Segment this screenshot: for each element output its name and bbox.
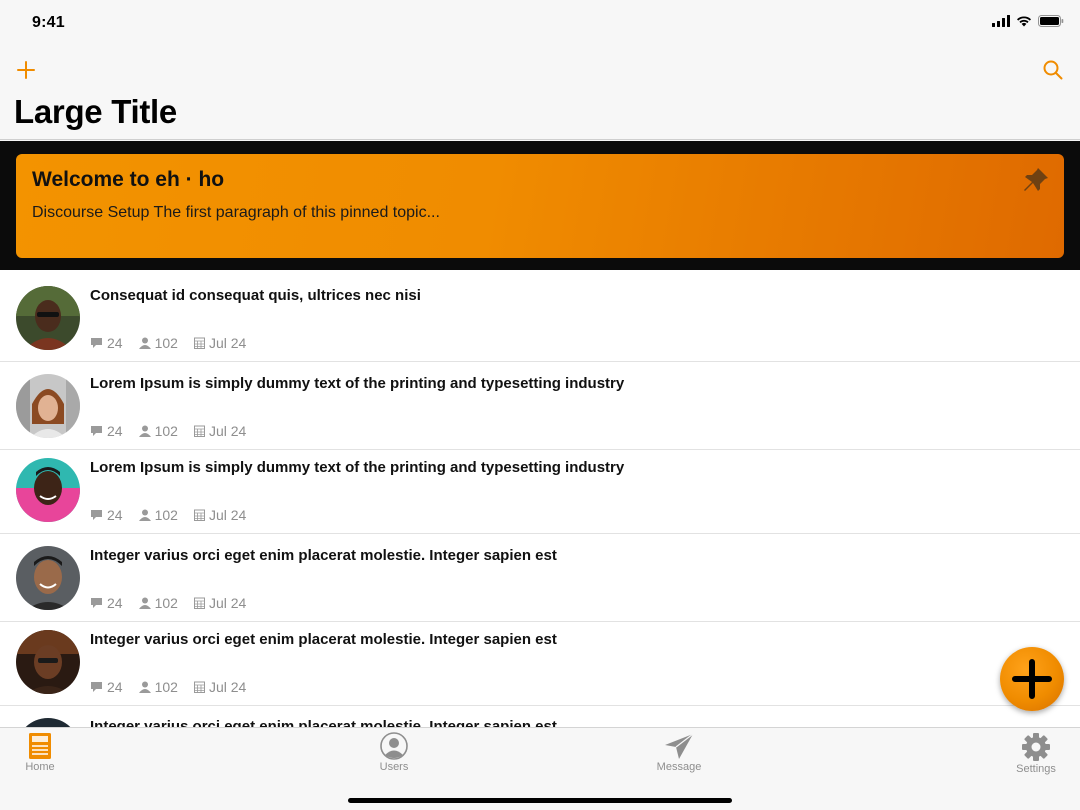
view-count: 102 [154,595,178,611]
cellular-signal-icon [992,15,1010,27]
avatar[interactable] [16,546,80,610]
topic-date: Jul 24 [208,595,247,611]
pinned-topic-card[interactable]: Welcome to eh · ho Discourse Setup The f… [16,154,1064,258]
comment-icon [91,598,102,608]
topic-title: Consequat id consequat quis, ultrices ne… [90,287,421,304]
avatar[interactable] [16,286,80,350]
user-icon [138,337,151,349]
pinned-section: Welcome to eh · ho Discourse Setup The f… [0,141,1080,270]
topic-row[interactable]: Consequat id consequat quis, ultrices ne… [0,270,1080,362]
topic-title: Integer varius orci eget enim placerat m… [90,631,557,648]
page-title: Large Title [14,93,177,130]
status-icons [992,15,1064,27]
plus-icon [17,61,35,79]
topic-row[interactable]: Integer varius orci eget enim placerat m… [0,534,1080,622]
plus-icon [1012,659,1052,699]
view-count: 102 [154,679,178,695]
calendar-icon [193,425,205,437]
topic-list[interactable]: Consequat id consequat quis, ultrices ne… [0,270,1080,727]
home-indicator[interactable] [348,798,732,803]
topic-meta: 24 102 Jul 24 [90,679,262,695]
reply-count: 24 [107,679,123,695]
send-icon [665,733,694,759]
avatar[interactable] [16,458,80,522]
tab-label: Users [379,761,409,773]
pinned-title: Welcome to eh · ho [32,168,225,191]
tab-label: Message [656,761,702,773]
topic-date: Jul 24 [208,335,247,351]
user-icon [138,509,151,521]
tab-label: Home [25,761,55,773]
battery-icon [1038,15,1064,27]
topic-meta: 24 102 Jul 24 [90,595,262,611]
navigation-bar: Large Title [0,44,1080,140]
view-count: 102 [154,423,178,439]
topic-date: Jul 24 [208,423,247,439]
view-count: 102 [154,507,178,523]
document-icon [29,733,51,759]
topic-title: Integer varius orci eget enim placerat m… [90,718,557,727]
tab-home[interactable]: Home [0,732,80,773]
topic-meta: 24 102 Jul 24 [90,335,262,351]
tab-bar: Home Users Message Settings [0,727,1080,810]
add-button[interactable] [14,58,38,82]
topic-row[interactable]: Lorem Ipsum is simply dummy text of the … [0,450,1080,534]
wifi-icon [1017,16,1031,27]
topic-title: Lorem Ipsum is simply dummy text of the … [90,375,625,392]
gear-icon [1022,733,1050,761]
status-bar: 9:41 [0,0,1080,44]
topic-title: Integer varius orci eget enim placerat m… [90,547,557,564]
user-icon [138,597,151,609]
comment-icon [91,510,102,520]
topic-row[interactable]: Lorem Ipsum is simply dummy text of the … [0,362,1080,450]
reply-count: 24 [107,423,123,439]
search-button[interactable] [1042,59,1064,81]
search-icon [1043,60,1063,80]
tab-users[interactable]: Users [354,732,434,773]
topic-date: Jul 24 [208,679,247,695]
pin-icon [1024,168,1048,191]
reply-count: 24 [107,507,123,523]
topic-date: Jul 24 [208,507,247,523]
new-topic-fab[interactable] [1000,647,1064,711]
calendar-icon [193,597,205,609]
user-icon [380,732,408,760]
tab-settings[interactable]: Settings [996,732,1076,775]
reply-count: 24 [107,335,123,351]
comment-icon [91,426,102,436]
status-time: 9:41 [32,14,65,31]
calendar-icon [193,681,205,693]
calendar-icon [193,509,205,521]
user-icon [138,681,151,693]
topic-meta: 24 102 Jul 24 [90,423,262,439]
comment-icon [91,338,102,348]
avatar[interactable] [16,630,80,694]
reply-count: 24 [107,595,123,611]
calendar-icon [193,337,205,349]
view-count: 102 [154,335,178,351]
user-icon [138,425,151,437]
topic-row[interactable]: Integer varius orci eget enim placerat m… [0,706,1080,727]
topic-meta: 24 102 Jul 24 [90,507,262,523]
avatar[interactable] [16,374,80,438]
topic-row[interactable]: Integer varius orci eget enim placerat m… [0,622,1080,706]
tab-message[interactable]: Message [639,732,719,773]
comment-icon [91,682,102,692]
avatar[interactable] [16,718,80,727]
tab-label: Settings [1016,763,1056,775]
pinned-excerpt: Discourse Setup The first paragraph of t… [32,204,440,221]
topic-title: Lorem Ipsum is simply dummy text of the … [90,459,625,476]
